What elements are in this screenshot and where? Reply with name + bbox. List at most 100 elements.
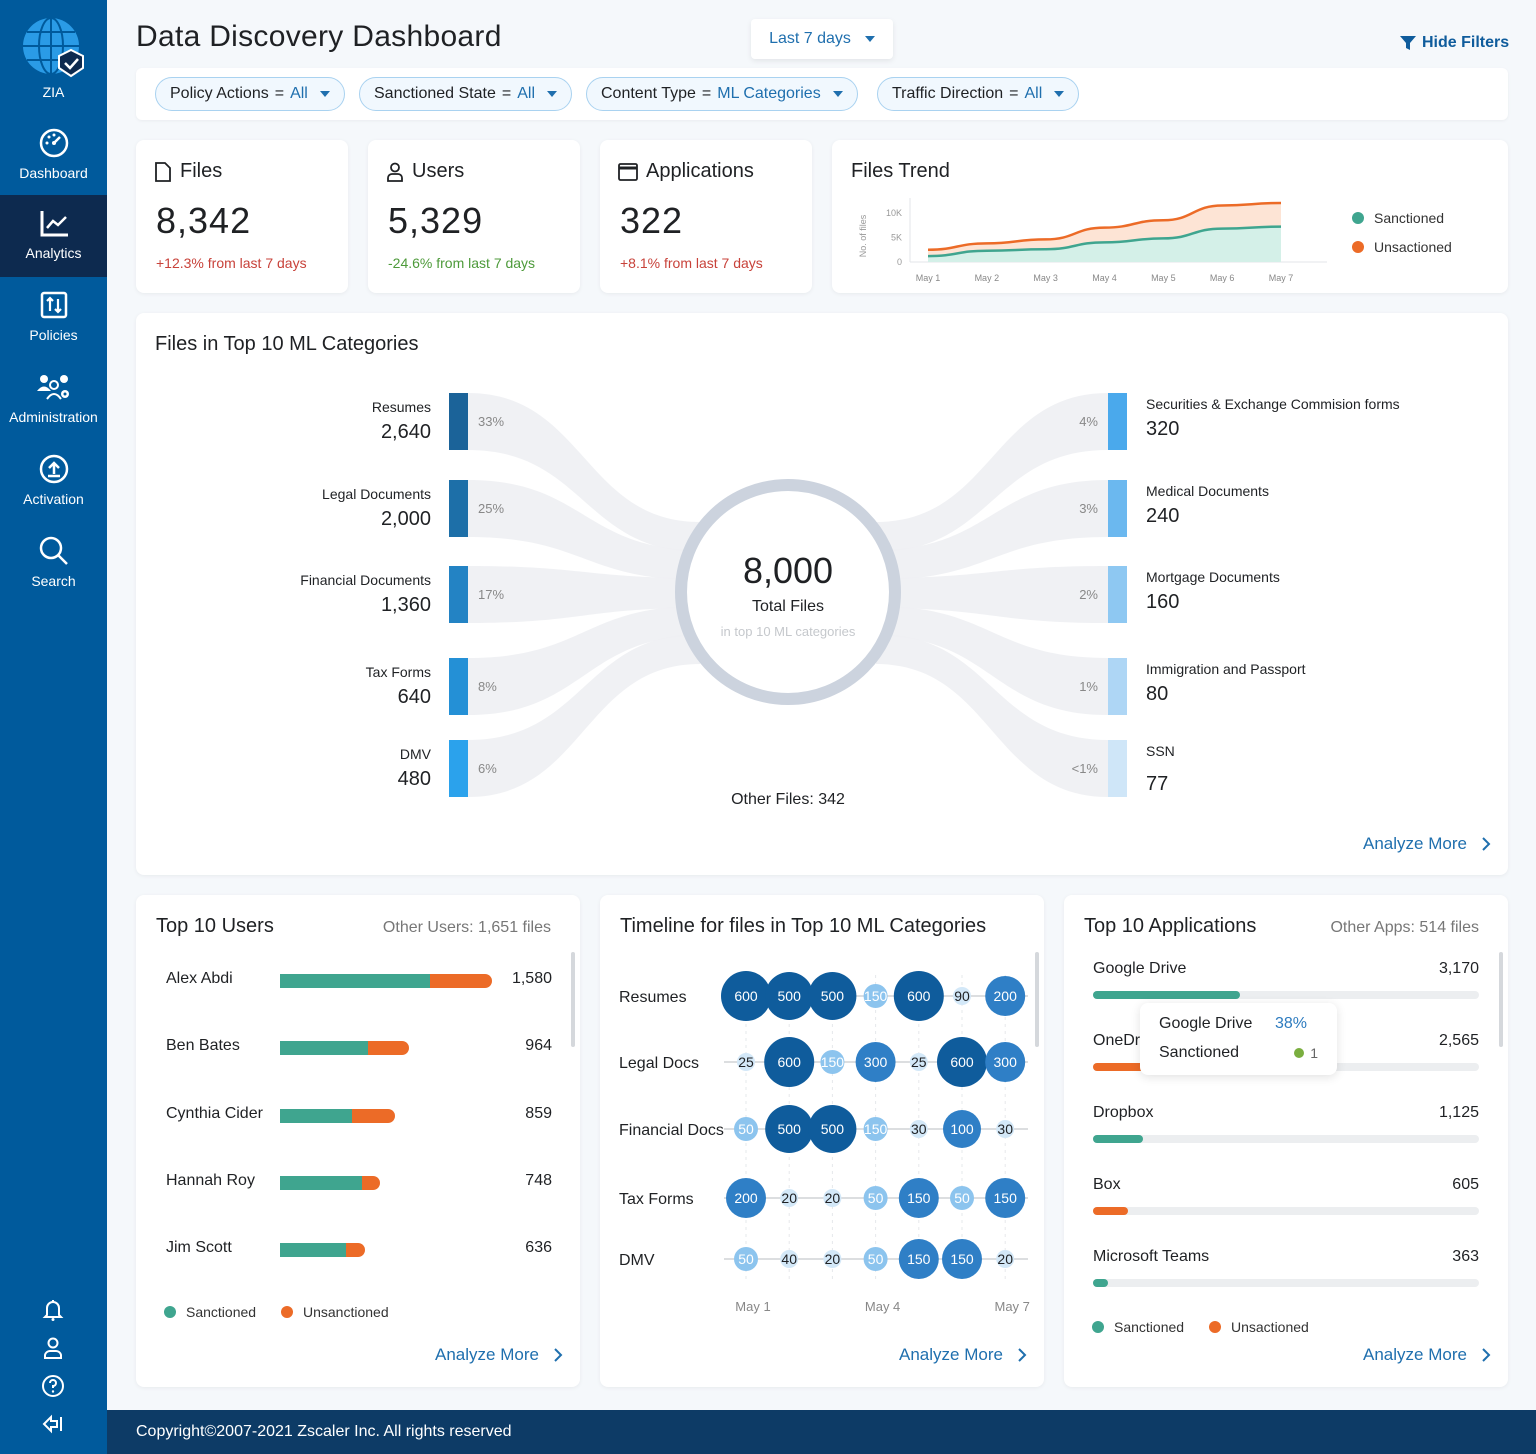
total-files-summary: 8,000 Total Files in top 10 ML categorie… — [688, 550, 888, 639]
category-name: Resumes — [371, 399, 431, 415]
user-bar — [280, 1176, 381, 1190]
analyze-more-apps[interactable]: Analyze More — [1363, 1345, 1491, 1365]
analyze-more-label: Analyze More — [1363, 1345, 1467, 1364]
top-apps-card: Top 10 Applications Other Apps: 514 file… — [1064, 895, 1508, 1387]
legend-label: Sanctioned — [1114, 1319, 1185, 1335]
bubble-label: 20 — [781, 1190, 797, 1206]
category-value: 240 — [1146, 505, 1180, 527]
bubble-label: 50 — [738, 1121, 754, 1137]
bubble-label: 150 — [821, 1054, 845, 1070]
x-tick-label: May 4 — [865, 1299, 900, 1314]
bubble-label: 500 — [821, 1121, 845, 1137]
user-icon — [44, 1337, 62, 1359]
category-pct: 6% — [478, 761, 497, 776]
app-total: 2,565 — [1438, 1032, 1479, 1049]
bar-segment-sanctioned — [280, 1176, 362, 1190]
total-files-label: Total Files — [751, 598, 825, 615]
scrollbar[interactable] — [571, 952, 575, 1047]
category-value: 320 — [1146, 418, 1180, 440]
table-row[interactable]: Cynthia Cider 859 — [166, 1105, 552, 1125]
profile-button[interactable] — [40, 1335, 66, 1361]
bar-segment-sanctioned — [280, 974, 431, 988]
bubble-label: 150 — [907, 1190, 931, 1206]
legend-label: Sanctioned — [186, 1304, 257, 1320]
category-name: DMV — [399, 746, 431, 762]
app-total: 605 — [1452, 1176, 1479, 1193]
bubble-label: 500 — [778, 988, 802, 1004]
table-row[interactable]: Dropbox 1,125 — [1093, 1104, 1479, 1143]
bubble-label: 20 — [825, 1251, 841, 1267]
table-row[interactable]: Microsoft Teams 363 — [1093, 1248, 1479, 1287]
category-pct: 8% — [478, 679, 497, 694]
category-name: Financial Documents — [300, 572, 431, 588]
x-tick-label: May 7 — [994, 1299, 1029, 1314]
bar-segment-unsanctioned — [345, 1243, 366, 1257]
bubble-label: 600 — [907, 988, 931, 1004]
category-label-left: Tax Forms 640 — [366, 664, 431, 709]
collapse-sidebar-button[interactable] — [40, 1411, 66, 1437]
bubble-label: 600 — [778, 1054, 802, 1070]
category-pct: 1% — [1079, 679, 1098, 694]
user-total: 859 — [525, 1105, 552, 1122]
category-label-right: Immigration and Passport 80 — [1146, 661, 1306, 706]
app-name: Google Drive — [1093, 960, 1187, 977]
bubble-label: 90 — [954, 988, 970, 1004]
category-pct: 33% — [478, 414, 504, 429]
category-bar — [449, 566, 468, 623]
category-bar — [449, 480, 468, 537]
table-row[interactable]: Ben Bates 964 — [166, 1037, 552, 1057]
category-label-right: Securities & Exchange Commision forms 320 — [1146, 396, 1400, 441]
analyze-more-ml-categories[interactable]: Analyze More — [1363, 834, 1491, 854]
category-name: Tax Forms — [365, 664, 431, 680]
user-total: 1,580 — [511, 970, 552, 987]
bubble-label: 40 — [781, 1251, 797, 1267]
table-row[interactable]: Alex Abdi 1,580 — [166, 970, 552, 990]
analyze-more-timeline[interactable]: Analyze More — [899, 1345, 1027, 1365]
tooltip-count: 1 — [1310, 1045, 1318, 1061]
user-name: Ben Bates — [166, 1037, 240, 1054]
app-total: 1,125 — [1438, 1104, 1479, 1121]
bar-segment-unsanctioned — [368, 1041, 410, 1055]
legend-dot — [281, 1306, 293, 1318]
legend-unsanctioned: Unsactioned — [1209, 1319, 1309, 1335]
category-label-right: Mortgage Documents 160 — [1146, 569, 1280, 614]
tooltip-pct: 38% — [1274, 1015, 1307, 1032]
table-row[interactable]: Google Drive 3,170 — [1093, 960, 1479, 999]
help-button[interactable] — [40, 1373, 66, 1399]
legend-label: Unsanctioned — [303, 1304, 389, 1320]
category-bar — [1108, 566, 1127, 623]
card-title: Top 10 Users — [156, 915, 274, 937]
chevron-right-icon — [1018, 1348, 1027, 1362]
table-row[interactable]: Jim Scott 636 — [166, 1239, 552, 1259]
row-label: DMV — [619, 1252, 655, 1269]
category-value: 2,000 — [380, 508, 431, 530]
bubble-label: 30 — [911, 1121, 927, 1137]
bubble-label: 500 — [778, 1121, 802, 1137]
notifications-button[interactable] — [40, 1297, 66, 1323]
scrollbar[interactable] — [1035, 952, 1039, 1047]
bubble-label: 200 — [734, 1190, 758, 1206]
user-name: Hannah Roy — [166, 1172, 255, 1189]
timeline-bubble-chart: Resumes 600 500 500 150 600 90 200 Legal Docs 25 6… — [619, 971, 1030, 1314]
category-value: 480 — [397, 768, 431, 790]
category-bar — [449, 740, 468, 797]
bubble-label: 150 — [907, 1251, 931, 1267]
category-bar — [1108, 658, 1127, 715]
bar-segment-sanctioned — [280, 1243, 346, 1257]
status-dot — [1294, 1048, 1305, 1058]
category-name: Securities & Exchange Commision forms — [1146, 396, 1400, 412]
bubble-label: 300 — [994, 1054, 1018, 1070]
top-users-card: Top 10 Users Other Users: 1,651 files Al… — [136, 895, 580, 1387]
bubble-label: 25 — [911, 1054, 927, 1070]
x-tick-label: May 1 — [735, 1299, 770, 1314]
table-row[interactable]: Box 605 — [1093, 1176, 1479, 1215]
bubble-label: 20 — [997, 1251, 1013, 1267]
bubble-label: 100 — [950, 1121, 974, 1137]
app-bar-fill — [1093, 1207, 1128, 1215]
row-label: Legal Docs — [619, 1055, 699, 1072]
app-bar-fill — [1093, 1279, 1109, 1287]
category-pct: 3% — [1079, 501, 1098, 516]
table-row[interactable]: Hannah Roy 748 — [166, 1172, 552, 1192]
scrollbar[interactable] — [1499, 952, 1503, 1047]
analyze-more-users[interactable]: Analyze More — [435, 1345, 563, 1365]
